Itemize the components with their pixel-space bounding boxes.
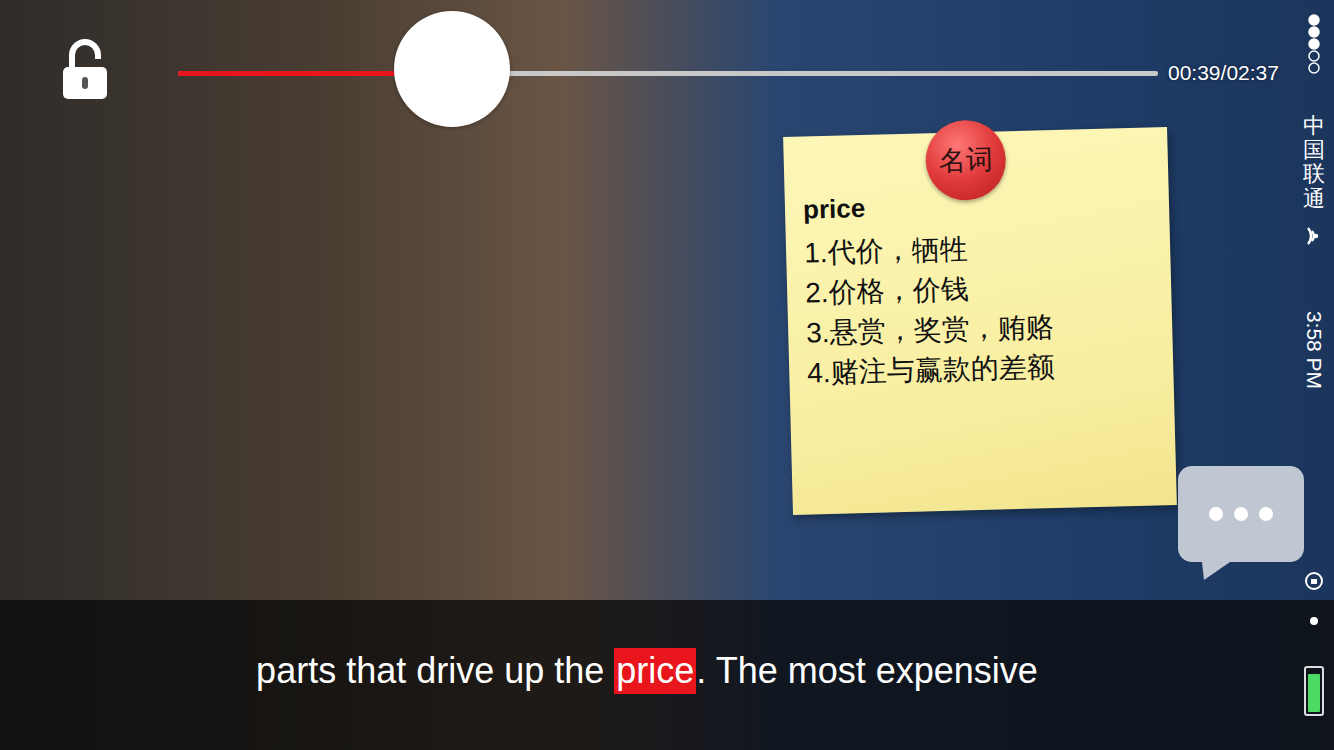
- chat-tail: [1202, 562, 1230, 580]
- carrier-name: 中国联通: [1303, 114, 1325, 211]
- dictionary-note: 名词price1.代价，牺牲2.价格，价钱3.悬赏，奖赏，贿赂4.赌注与赢款的差…: [783, 127, 1177, 515]
- progress-thumb[interactable]: [394, 11, 510, 127]
- bluetooth-dot-icon: [1309, 616, 1319, 626]
- chat-button[interactable]: [1178, 466, 1304, 562]
- subtitle-word[interactable]: parts that drive up the: [256, 648, 614, 694]
- progress-track[interactable]: [178, 71, 1158, 76]
- player-controls: 00:39/02:37: [52, 12, 1290, 128]
- lock-button[interactable]: [52, 37, 118, 103]
- subtitle-bar: parts that drive up the price. The most …: [0, 600, 1334, 750]
- lock-icon: [60, 39, 110, 101]
- rotation-lock-icon: [1303, 570, 1325, 592]
- subtitle-line: parts that drive up the price. The most …: [256, 648, 1038, 694]
- definition-item: 3.悬赏，奖赏，贿赂: [806, 304, 1155, 353]
- playback-time: 00:39/02:37: [1168, 61, 1279, 85]
- definition-item: 2.价格，价钱: [805, 264, 1154, 313]
- definition-item: 4.赌注与赢款的差额: [807, 344, 1156, 393]
- more-dots-icon: [1206, 506, 1276, 522]
- wifi-icon: [1304, 225, 1324, 247]
- part-of-speech-badge: 名词: [925, 119, 1007, 201]
- subtitle-word[interactable]: . The most expensive: [696, 648, 1038, 694]
- battery-icon: [1304, 666, 1324, 716]
- video-player-screen: 00:39/02:37名词price1.代价，牺牲2.价格，价钱3.悬赏，奖赏，…: [0, 0, 1334, 750]
- signal-icon: [1307, 14, 1321, 74]
- status-bar: 中国联通 3:58 PM: [1294, 0, 1334, 750]
- definition-item: 1.代价，牺牲: [804, 224, 1153, 273]
- battery-fill: [1308, 674, 1320, 712]
- subtitle-word[interactable]: price: [614, 648, 696, 694]
- status-time: 3:58 PM: [1301, 295, 1327, 405]
